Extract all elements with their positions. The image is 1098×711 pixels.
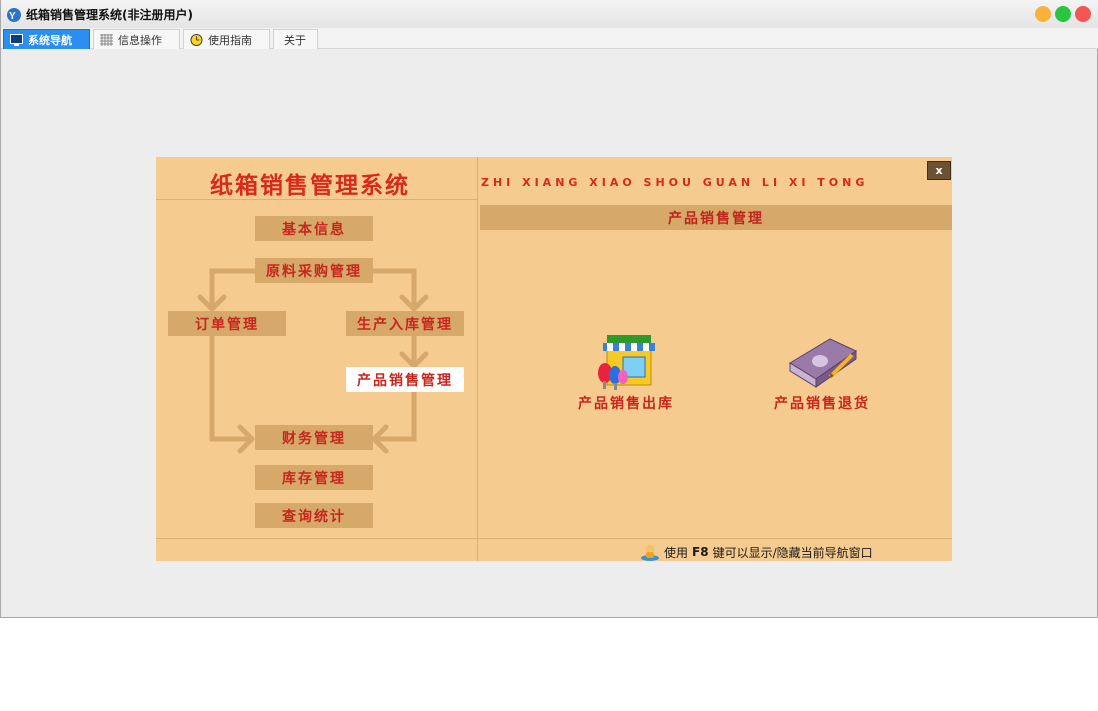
flow-raw-purchase-button[interactable]: 原料采购管理 [255, 258, 373, 283]
tab-label: 系统导航 [28, 33, 72, 47]
pinyin-title: ZHI XIANG XIAO SHOU GUAN LI XI TONG [481, 176, 869, 189]
footer-divider [156, 538, 952, 539]
tab-label: 信息操作 [118, 33, 162, 47]
tab-system-navigation[interactable]: 系统导航 [3, 29, 90, 49]
hint-suffix: 键可以显示/隐藏当前导航窗口 [712, 545, 873, 560]
tab-bar: 系统导航 信息操作 使用指南 关于 [1, 28, 1098, 49]
navigation-panel: 纸箱销售管理系统 ZHI XIANG XIAO SHOU GUAN LI XI … [156, 157, 952, 561]
flow-inventory-management-button[interactable]: 库存管理 [255, 465, 373, 490]
flow-label: 订单管理 [195, 316, 259, 333]
flow-label: 产品销售管理 [357, 372, 453, 389]
close-icon: x [935, 164, 943, 177]
clock-icon [190, 33, 203, 46]
panel-divider [477, 157, 478, 561]
monitor-icon [10, 33, 23, 46]
flow-label: 生产入库管理 [357, 316, 453, 333]
store-icon [598, 335, 655, 390]
flow-product-sales-button[interactable]: 产品销售管理 [346, 367, 464, 392]
hint-key: F8 [692, 545, 709, 559]
tab-user-guide[interactable]: 使用指南 [183, 29, 270, 49]
user-info-icon [641, 544, 659, 561]
tab-label: 使用指南 [208, 33, 252, 47]
panel-close-button[interactable]: x [927, 161, 951, 180]
feature-sales-return[interactable]: 产品销售退货 [762, 333, 882, 413]
feature-label: 产品销售退货 [774, 396, 870, 412]
maximize-button[interactable] [1055, 6, 1071, 22]
flow-query-statistics-button[interactable]: 查询统计 [255, 503, 373, 528]
window-title: 纸箱销售管理系统(非注册用户) [26, 8, 193, 22]
tab-label: 关于 [284, 33, 306, 47]
flow-finance-management-button[interactable]: 财务管理 [255, 425, 373, 450]
section-title: 产品销售管理 [480, 205, 952, 230]
tab-info-operation[interactable]: 信息操作 [93, 29, 180, 49]
flow-label: 原料采购管理 [266, 263, 362, 280]
feature-sales-outbound[interactable]: 产品销售出库 [566, 329, 686, 413]
section-title-label: 产品销售管理 [668, 210, 764, 227]
svg-text:Y: Y [9, 11, 16, 22]
f8-hint: 使用 F8 键可以显示/隐藏当前导航窗口 [640, 542, 873, 562]
flow-label: 基本信息 [282, 221, 346, 238]
close-window-button[interactable] [1075, 6, 1091, 22]
feature-label: 产品销售出库 [578, 396, 674, 412]
app-window: Y 纸箱销售管理系统(非注册用户) 系统导航 信息操作 使用指南 关于 纸箱销售… [0, 0, 1098, 618]
title-bar[interactable]: Y 纸箱销售管理系统(非注册用户) [1, 0, 1098, 28]
book-icon [789, 338, 857, 388]
flow-production-storage-button[interactable]: 生产入库管理 [346, 311, 464, 336]
tab-about[interactable]: 关于 [273, 29, 318, 49]
flow-label: 查询统计 [282, 508, 346, 525]
minimize-button[interactable] [1035, 6, 1051, 22]
flow-basic-info-button[interactable]: 基本信息 [255, 216, 373, 241]
flow-order-management-button[interactable]: 订单管理 [168, 311, 286, 336]
hint-prefix: 使用 [664, 545, 689, 560]
grid-icon [100, 33, 113, 46]
app-logo-icon: Y [7, 8, 21, 22]
flow-label: 库存管理 [282, 470, 346, 487]
flow-label: 财务管理 [282, 430, 346, 447]
